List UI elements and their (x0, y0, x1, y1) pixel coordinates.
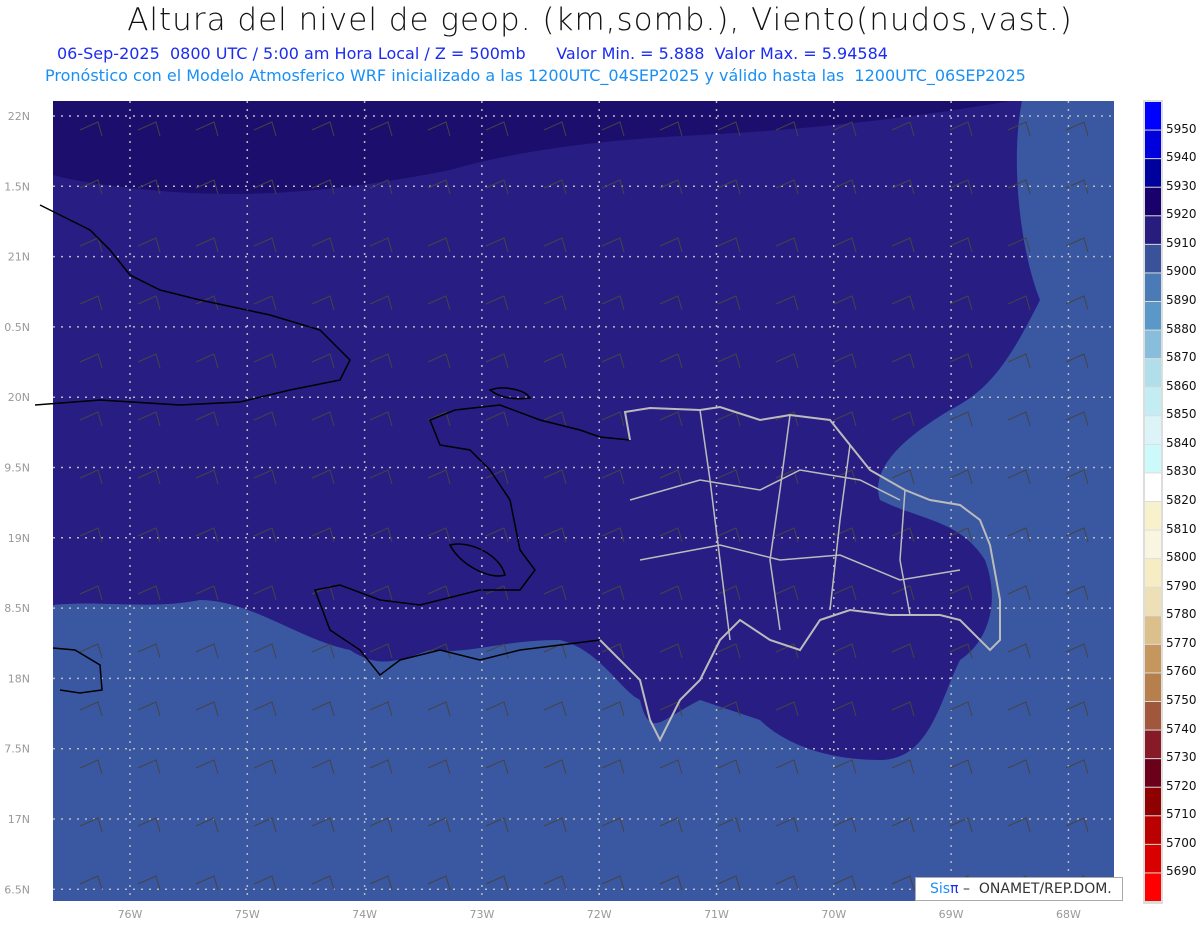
colorbar-segment (1145, 387, 1161, 416)
colorbar-segment (1145, 502, 1161, 530)
colorbar-label: 5800 (1166, 550, 1197, 565)
colorbar-segment (1145, 702, 1161, 730)
colorbar-label: 5730 (1166, 750, 1197, 765)
lon-label: 70W (821, 908, 846, 921)
colorbar-segment (1145, 273, 1161, 301)
colorbar-label: 5690 (1166, 864, 1197, 879)
lat-label: 22N (8, 110, 30, 123)
colorbar-label: 5700 (1166, 835, 1197, 850)
colorbar-label: 5850 (1166, 407, 1197, 422)
lat-label: 21N (8, 251, 30, 264)
lat-label: 9.5N (4, 462, 30, 475)
colorbar-label: 5950 (1166, 121, 1197, 136)
lat-label: 0.5N (4, 321, 30, 334)
colorbar-label: 5760 (1166, 664, 1197, 679)
lat-label: 20N (8, 391, 30, 404)
lon-label: 75W (235, 908, 260, 921)
colorbar-segment (1145, 673, 1161, 701)
colorbar-segment (1145, 444, 1161, 473)
lon-label: 76W (118, 908, 143, 921)
colorbar-label: 5900 (1166, 264, 1197, 279)
colorbar-label: 5940 (1166, 150, 1197, 165)
lat-label: 18N (8, 672, 30, 685)
logo-pi: π (950, 881, 959, 897)
colorbar-segment (1145, 787, 1161, 816)
colorbar-segment (1145, 644, 1161, 673)
colorbar-label: 5930 (1166, 178, 1197, 193)
colorbar-label: 5830 (1166, 464, 1197, 479)
colorbar-label: 5920 (1166, 207, 1197, 222)
forecast-map: 76W 75W 74W 73W 72W 71W 70W 69W 68W 22N 1.5N 21N 0.5… (4, 100, 1163, 921)
colorbar-segment (1145, 616, 1161, 644)
colorbar-segment (1145, 759, 1161, 787)
colorbar-label: 5770 (1166, 635, 1197, 650)
lon-label: 69W (939, 908, 964, 921)
colorbar-segment (1145, 559, 1161, 587)
colorbar-label: 5880 (1166, 321, 1197, 336)
colorbar-label: 5740 (1166, 721, 1197, 736)
colorbar-segment (1145, 416, 1161, 444)
colorbar-label: 5820 (1166, 493, 1197, 507)
colorbar-segment (1145, 102, 1161, 130)
colorbar-label: 5910 (1166, 235, 1197, 250)
lat-label: 17N (8, 813, 30, 826)
lon-label: 68W (1056, 908, 1081, 921)
colorbar-label: 5780 (1166, 607, 1197, 622)
colorbar-segment (1145, 302, 1161, 330)
colorbar-segment (1145, 816, 1161, 844)
colorbar-label: 5720 (1166, 778, 1197, 793)
lon-label: 72W (587, 908, 612, 921)
lat-label: 19N (8, 532, 30, 545)
colorbar-label: 5710 (1166, 807, 1197, 822)
lat-label: 6.5N (4, 883, 30, 896)
colorbar-segment (1145, 873, 1161, 901)
colorbar-segment (1145, 130, 1161, 159)
colorbar-label: 5860 (1166, 378, 1197, 393)
colorbar-label: 5870 (1166, 350, 1197, 365)
colorbar-segment (1145, 244, 1161, 273)
colorbar-segment (1145, 730, 1161, 759)
colorbar (1143, 100, 1163, 904)
colorbar-segment (1145, 844, 1161, 873)
colorbar-segment (1145, 216, 1161, 244)
lon-label: 73W (469, 908, 494, 921)
colorbar-segment (1145, 473, 1161, 501)
colorbar-segment (1145, 159, 1161, 187)
colorbar-segment (1145, 330, 1161, 359)
onamet-logo: Sisπ – ONAMET/REP.DOM. (915, 877, 1123, 901)
lon-label: 71W (704, 908, 729, 921)
colorbar-label: 5810 (1166, 521, 1197, 536)
lat-label: 7.5N (4, 743, 30, 756)
colorbar-label: 5750 (1166, 693, 1197, 707)
colorbar-label: 5840 (1166, 435, 1197, 450)
colorbar-segment (1145, 530, 1161, 559)
logo-sis: Sis (930, 881, 951, 897)
colorbar-label: 5790 (1166, 578, 1197, 593)
colorbar-segment (1145, 587, 1161, 616)
lat-label: 1.5N (4, 180, 30, 193)
lon-label: 74W (352, 908, 377, 921)
logo-text: – ONAMET/REP.DOM. (962, 881, 1112, 897)
colorbar-label: 5890 (1166, 293, 1197, 307)
colorbar-segment (1145, 359, 1161, 387)
colorbar-segment (1145, 187, 1161, 216)
lat-label: 8.5N (4, 602, 30, 615)
